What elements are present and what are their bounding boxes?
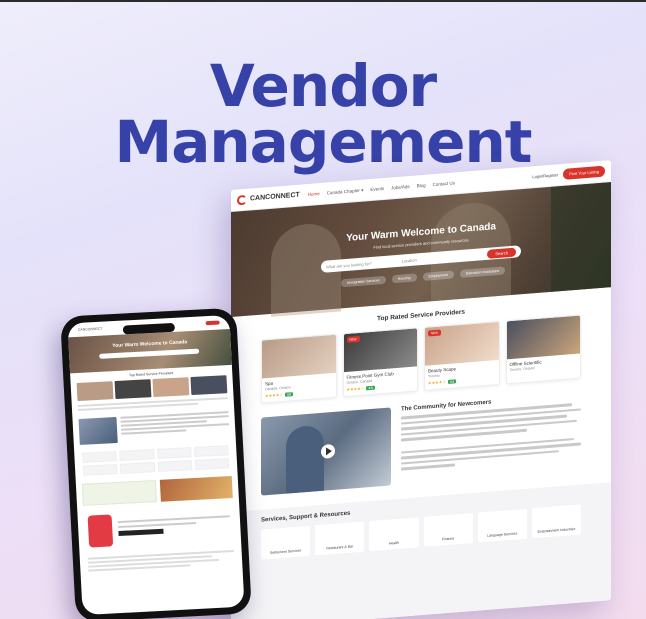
phone-hero-title: Your Warm Welcome to Canada	[112, 339, 188, 350]
service-tile[interactable]: Health	[369, 517, 419, 552]
provider-card[interactable]: NEW Fitness Point Gym Club Ontario, Canada…	[342, 327, 418, 398]
nav-item[interactable]: Blog	[417, 182, 426, 189]
phone-screen: CANCONNECT Your Warm Welcome to Canada T…	[67, 314, 245, 616]
new-badge: NEW	[428, 329, 441, 337]
logo-icon	[237, 194, 247, 206]
community-video[interactable]	[261, 407, 391, 496]
service-label: Entertainment Industries	[537, 526, 576, 534]
community-text: The Community for Newcomers	[401, 392, 581, 484]
provider-image: NEW	[425, 321, 499, 366]
service-tile[interactable]: Restaurant & Bar	[315, 521, 365, 556]
services-section: Services, Support & Resources Settlement…	[231, 482, 611, 619]
provider-card[interactable]: Offline Scientific Toronto, Ontario	[505, 314, 581, 385]
phone-hero: Your Warm Welcome to Canada	[68, 328, 232, 374]
page-headline: Vendor Management	[0, 52, 646, 176]
service-tile[interactable]: Finance	[423, 512, 473, 547]
nav-item[interactable]: Contact Us	[433, 180, 455, 188]
phone-video[interactable]	[78, 417, 118, 445]
top-border	[0, 0, 646, 2]
location-input[interactable]: Location	[402, 257, 417, 263]
search-input[interactable]: What are you looking for?	[326, 260, 372, 269]
provider-image: NEW	[343, 328, 417, 373]
app-phone-image	[87, 514, 114, 548]
service-label: Health	[388, 540, 399, 546]
provider-image	[262, 334, 336, 379]
new-badge: NEW	[346, 335, 360, 343]
provider-image	[506, 315, 580, 360]
phone-mockup: CANCONNECT Your Warm Welcome to Canada T…	[60, 307, 252, 619]
post-listing-button[interactable]: Post Your Listing	[563, 165, 605, 180]
login-register-link[interactable]: Login/Register	[532, 172, 558, 179]
phone-logo[interactable]: CANCONNECT	[78, 327, 103, 332]
service-tile[interactable]: Language Services	[477, 508, 527, 543]
service-tile[interactable]: Settlement Services	[261, 525, 311, 560]
search-button[interactable]: Search	[487, 247, 516, 259]
provider-card[interactable]: NEW Beauty Scape Toronto ★★★★☆ 4.2	[424, 320, 500, 391]
headline-line-1: Vendor	[209, 52, 437, 120]
provider-card[interactable]: Spa Canada, Ontario ★★★★☆ 4.0	[261, 333, 337, 404]
nav-item[interactable]: Canada Chapter ▾	[327, 187, 364, 196]
desktop-menu: Home Canada Chapter ▾ Events Jobs/Ads Blog Co…	[308, 180, 455, 198]
logo-text: CANCONNECT	[250, 191, 300, 203]
service-label: Finance	[441, 536, 455, 542]
service-label: Restaurant & Bar	[326, 544, 354, 551]
service-label: Language Services	[487, 531, 518, 538]
desktop-screenshot: CANCONNECT Home Canada Chapter ▾ Events Job…	[231, 160, 611, 619]
service-tile[interactable]: Entertainment Industries	[531, 504, 581, 539]
play-icon[interactable]	[321, 443, 335, 459]
services-grid: Settlement Services Restaurant & Bar Healt…	[261, 504, 581, 560]
phone-search-input[interactable]	[99, 348, 200, 359]
nav-item[interactable]: Jobs/Ads	[391, 183, 410, 190]
service-label: Settlement Services	[270, 548, 302, 555]
nav-item[interactable]: Home	[308, 191, 320, 198]
video-person	[286, 424, 324, 494]
site-logo[interactable]: CANCONNECT	[237, 190, 300, 206]
headline-line-2: Management	[114, 108, 533, 176]
nav-item[interactable]: Events	[370, 185, 384, 192]
phone-cta-button[interactable]	[205, 320, 220, 326]
